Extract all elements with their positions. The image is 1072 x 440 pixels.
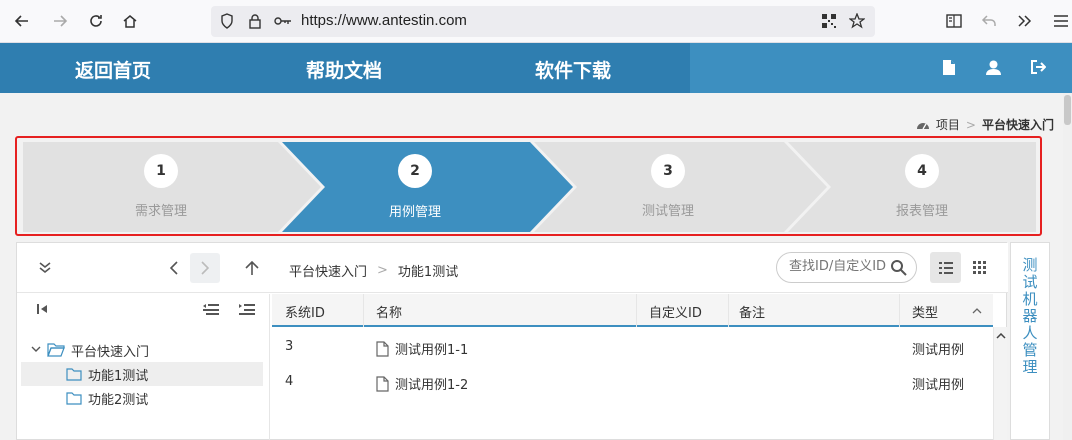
search-box[interactable] bbox=[776, 252, 917, 283]
url-text[interactable]: https://www.antestin.com bbox=[301, 12, 467, 29]
col-name[interactable]: 名称 bbox=[376, 302, 402, 321]
reload-icon[interactable] bbox=[83, 8, 109, 34]
workflow-steps: 1 需求管理 2 用例管理 3 测试管理 4 报表管理 bbox=[15, 136, 1042, 236]
tree-root-label: 平台快速入门 bbox=[71, 344, 150, 360]
page-scrollbar[interactable] bbox=[1063, 93, 1072, 440]
search-input[interactable] bbox=[789, 259, 889, 274]
breadcrumb: 项目 > 平台快速入门 bbox=[916, 116, 1054, 133]
case-table: 系统ID 名称 自定义ID 备注 类型 3 测试用例1-1 测试用例 4 测试用… bbox=[272, 294, 993, 440]
table-header: 系统ID 名称 自定义ID 备注 类型 bbox=[272, 294, 993, 327]
breadcrumb-project[interactable]: 项目 bbox=[936, 116, 960, 133]
key-icon[interactable] bbox=[273, 11, 293, 31]
breadcrumb-separator: > bbox=[965, 117, 976, 132]
path-current[interactable]: 功能1测试 bbox=[398, 261, 458, 280]
step-4-label[interactable]: 报表管理 bbox=[872, 200, 972, 219]
logout-icon[interactable] bbox=[1029, 58, 1047, 76]
star-icon[interactable] bbox=[847, 11, 867, 31]
step-3-label[interactable]: 测试管理 bbox=[618, 200, 718, 219]
scrollbar-thumb[interactable] bbox=[1064, 95, 1071, 125]
folder-tree: 平台快速入门 功能1测试 功能2测试 bbox=[17, 294, 270, 440]
forward-icon[interactable] bbox=[47, 8, 73, 34]
user-icon[interactable] bbox=[984, 58, 1002, 76]
undo-icon[interactable] bbox=[976, 8, 1002, 34]
nav-home-link[interactable]: 返回首页 bbox=[75, 56, 151, 83]
tree-root-node[interactable]: 平台快速入门 bbox=[31, 338, 267, 362]
cell-id: 3 bbox=[285, 339, 294, 354]
tree-node-label: 功能1测试 bbox=[88, 368, 149, 384]
lock-icon[interactable] bbox=[245, 11, 265, 31]
nav-help-link[interactable]: 帮助文档 bbox=[306, 56, 382, 83]
folder-icon bbox=[66, 367, 82, 381]
step-4-number[interactable]: 4 bbox=[905, 154, 939, 188]
panel-toolbar: 平台快速入门 > 功能1测试 bbox=[17, 243, 1008, 293]
col-type[interactable]: 类型 bbox=[912, 302, 938, 321]
grid-view-icon[interactable] bbox=[966, 252, 992, 283]
path-root[interactable]: 平台快速入门 bbox=[289, 261, 367, 280]
back-icon[interactable] bbox=[9, 8, 35, 34]
dashboard-icon bbox=[916, 123, 929, 130]
table-row[interactable]: 3 测试用例1-1 测试用例 bbox=[272, 330, 993, 365]
file-icon bbox=[376, 340, 389, 357]
search-icon[interactable] bbox=[890, 259, 908, 277]
col-note[interactable]: 备注 bbox=[739, 302, 765, 321]
cell-type: 测试用例 bbox=[912, 378, 965, 393]
document-icon[interactable] bbox=[940, 58, 958, 76]
qr-code-icon[interactable] bbox=[819, 11, 839, 31]
case-name[interactable]: 测试用例1-1 bbox=[395, 339, 468, 358]
step-3-number[interactable]: 3 bbox=[651, 154, 685, 188]
column-divider bbox=[899, 294, 900, 327]
address-bar[interactable]: https://www.antestin.com bbox=[211, 6, 875, 37]
arrow-up-icon[interactable] bbox=[241, 257, 263, 279]
overflow-chevrons-icon[interactable] bbox=[1011, 8, 1037, 34]
app-header: 返回首页 帮助文档 软件下载 bbox=[0, 43, 1072, 93]
list-view-icon[interactable] bbox=[930, 252, 961, 283]
column-divider bbox=[636, 294, 637, 327]
indent-icon[interactable] bbox=[239, 302, 255, 316]
breadcrumb-current: 平台快速入门 bbox=[981, 118, 1054, 132]
table-scrollbar[interactable] bbox=[993, 327, 1007, 440]
chevron-left-icon[interactable] bbox=[163, 257, 185, 279]
home-icon[interactable] bbox=[117, 8, 143, 34]
browser-toolbar: https://www.antestin.com bbox=[0, 0, 1072, 43]
step-2-label[interactable]: 用例管理 bbox=[365, 201, 465, 220]
col-system-id[interactable]: 系统ID bbox=[285, 302, 325, 321]
robot-management-tab[interactable]: 测试机器人管理 bbox=[1010, 242, 1050, 440]
folder-icon bbox=[66, 391, 82, 405]
reader-view-icon[interactable] bbox=[941, 8, 967, 34]
folder-path: 平台快速入门 > 功能1测试 bbox=[289, 261, 458, 280]
column-divider bbox=[363, 294, 364, 327]
scroll-up-icon[interactable] bbox=[996, 333, 1006, 339]
case-name[interactable]: 测试用例1-2 bbox=[395, 374, 468, 393]
cell-id: 4 bbox=[285, 374, 294, 389]
case-panel: 平台快速入门 > 功能1测试 查找ID/自定义ID 平台快速入门 功能1测试 功… bbox=[16, 242, 1008, 440]
tree-node-function2[interactable]: 功能2测试 bbox=[21, 386, 263, 410]
cell-name[interactable]: 测试用例1-1 bbox=[376, 339, 468, 358]
tree-node-function1[interactable]: 功能1测试 bbox=[21, 362, 263, 386]
step-2-number[interactable]: 2 bbox=[398, 154, 432, 188]
tree-node-label: 功能2测试 bbox=[88, 392, 149, 408]
tree-toolbar bbox=[17, 294, 270, 324]
collapse-all-icon[interactable] bbox=[34, 257, 56, 279]
collapse-tree-icon[interactable] bbox=[35, 302, 51, 316]
step-1-label[interactable]: 需求管理 bbox=[111, 200, 211, 219]
file-icon bbox=[376, 375, 389, 392]
path-separator: > bbox=[377, 263, 388, 278]
sort-up-icon[interactable] bbox=[972, 308, 982, 314]
cell-name[interactable]: 测试用例1-2 bbox=[376, 374, 468, 393]
step-1-number[interactable]: 1 bbox=[144, 154, 178, 188]
table-row[interactable]: 4 测试用例1-2 测试用例 bbox=[272, 365, 993, 400]
outdent-icon[interactable] bbox=[203, 302, 219, 316]
nav-download-link[interactable]: 软件下载 bbox=[535, 56, 611, 83]
shield-icon[interactable] bbox=[217, 11, 237, 31]
col-custom-id[interactable]: 自定义ID bbox=[649, 302, 702, 321]
side-tab-label[interactable]: 测试机器人管理 bbox=[1020, 257, 1040, 376]
cell-type: 测试用例 bbox=[912, 343, 965, 358]
hamburger-menu-icon[interactable] bbox=[1048, 8, 1072, 34]
chevron-right-icon[interactable] bbox=[190, 253, 220, 283]
column-divider bbox=[728, 294, 729, 327]
folder-open-icon bbox=[47, 343, 65, 357]
chevron-down-icon[interactable] bbox=[31, 346, 41, 354]
